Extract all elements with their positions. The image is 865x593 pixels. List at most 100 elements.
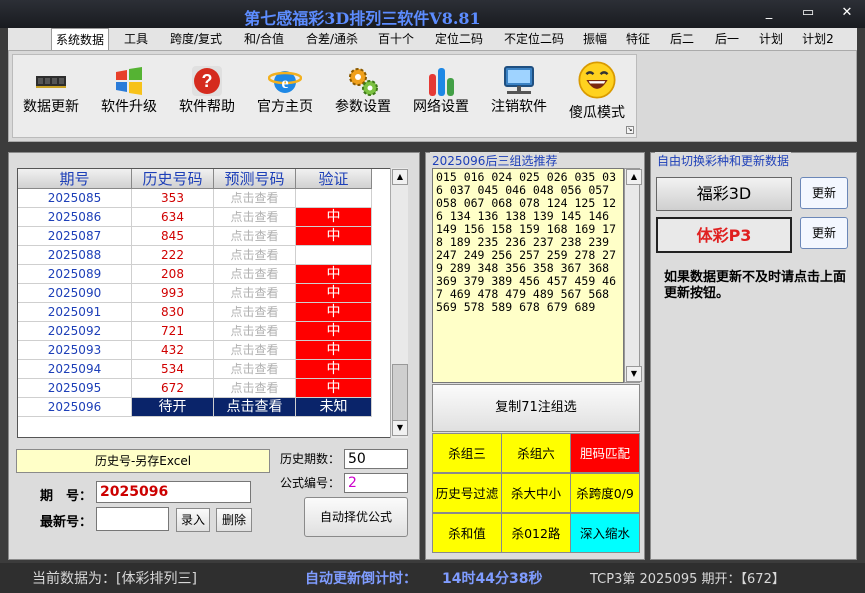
latest-input[interactable] (96, 507, 169, 531)
verify-cell: 中 (296, 284, 372, 303)
predict-link[interactable]: 点击查看 (214, 322, 296, 341)
menu-span-compound[interactable]: 跨度/复式 (164, 28, 228, 50)
gears-icon (349, 68, 378, 96)
menu-diff-kill[interactable]: 合差/通杀 (300, 28, 364, 50)
network-settings-button[interactable]: 网络设置 (400, 60, 482, 136)
combo-numbers-text[interactable]: 015 016 024 025 026 035 036 037 045 046 … (432, 168, 624, 383)
history-filter-button[interactable]: 历史号过滤 (432, 473, 502, 513)
predict-link[interactable]: 点击查看 (214, 284, 296, 303)
p3-button[interactable]: 体彩P3 (656, 217, 792, 253)
predict-link[interactable]: 点击查看 (214, 227, 296, 246)
period-cell: 2025091 (18, 303, 132, 322)
history-number-cell: 534 (132, 360, 214, 379)
laughing-face-icon (578, 61, 616, 99)
predict-link[interactable]: 点击查看 (214, 303, 296, 322)
verify-cell: 中 (296, 227, 372, 246)
column-header-period[interactable]: 期号 (18, 169, 132, 189)
kill-sum-button[interactable]: 杀和值 (432, 513, 502, 553)
bold-match-button[interactable]: 胆码匹配 (570, 433, 640, 473)
formula-input[interactable]: 2 (344, 473, 408, 493)
period-cell: 2025087 (18, 227, 132, 246)
history-number-cell: 222 (132, 246, 214, 265)
menu-sum-value[interactable]: 和/合值 (238, 28, 290, 50)
tool-label: 网络设置 (413, 99, 469, 115)
menu-unfixed-two[interactable]: 不定位二码 (498, 28, 570, 50)
update-p3-button[interactable]: 更新 (800, 217, 848, 249)
verify-cell: 中 (296, 303, 372, 322)
fc3d-button[interactable]: 福彩3D (656, 177, 792, 211)
menu-amplitude[interactable]: 振幅 (578, 28, 612, 50)
deep-reduce-button[interactable]: 深入缩水 (570, 513, 640, 553)
windows-logo-icon (116, 67, 142, 95)
menu-features[interactable]: 特征 (620, 28, 656, 50)
auto-formula-button[interactable]: 自动择优公式 (304, 497, 408, 537)
data-update-button[interactable]: 数据更新 (10, 60, 92, 136)
official-homepage-button[interactable]: e 官方主页 (244, 60, 326, 136)
kill-group6-button[interactable]: 杀组六 (501, 433, 571, 473)
software-help-button[interactable]: ? 软件帮助 (166, 60, 248, 136)
period-cell: 2025093 (18, 341, 132, 360)
column-header-predict[interactable]: 预测号码 (214, 169, 296, 189)
update-fc3d-button[interactable]: 更新 (800, 177, 848, 209)
software-upgrade-button[interactable]: 软件升级 (88, 60, 170, 136)
predict-link[interactable]: 点击查看 (214, 246, 296, 265)
delete-button[interactable]: 删除 (216, 508, 252, 532)
verify-cell (296, 246, 372, 265)
minimize-button[interactable]: _ (758, 4, 780, 22)
param-settings-button[interactable]: 参数设置 (322, 60, 404, 136)
kill-size-button[interactable]: 杀大中小 (501, 473, 571, 513)
period-cell: 2025095 (18, 379, 132, 398)
tool-label: 官方主页 (257, 99, 313, 115)
scroll-down-icon[interactable]: ▼ (626, 366, 642, 382)
restore-button[interactable]: ▭ (797, 4, 819, 22)
menu-plan[interactable]: 计划 (754, 28, 788, 50)
verify-cell: 中 (296, 360, 372, 379)
verify-cell: 中 (296, 265, 372, 284)
combo-scrollbar[interactable]: ▲ ▼ (624, 168, 642, 383)
predict-link[interactable]: 点击查看 (214, 360, 296, 379)
scroll-down-icon[interactable]: ▼ (392, 420, 408, 436)
scroll-up-icon[interactable]: ▲ (392, 169, 408, 185)
grid-scrollbar[interactable]: ▲ ▼ (390, 168, 408, 438)
menu-system-data[interactable]: 系统数据 (51, 28, 109, 50)
kill-012-button[interactable]: 杀012路 (501, 513, 571, 553)
column-header-history[interactable]: 历史号码 (132, 169, 214, 189)
period-input[interactable]: 2025096 (96, 481, 251, 503)
scroll-thumb[interactable] (392, 364, 408, 426)
logout-software-button[interactable]: 注销软件 (478, 60, 560, 136)
predict-link[interactable]: 点击查看 (214, 208, 296, 227)
close-button[interactable]: ✕ (836, 4, 858, 22)
menu-fixed-two[interactable]: 定位二码 (428, 28, 490, 50)
lottery-panel-title: 自由切换彩种和更新数据 (655, 152, 792, 169)
history-count-input[interactable]: 50 (344, 449, 408, 469)
menu-tools[interactable]: 工具 (118, 28, 154, 50)
predict-link[interactable]: 点击查看 (214, 341, 296, 360)
export-excel-button[interactable]: 历史号-另存Excel (16, 449, 270, 473)
predict-link[interactable]: 点击查看 (214, 265, 296, 284)
kill-span-button[interactable]: 杀跨度0/9 (570, 473, 640, 513)
predict-link[interactable]: 点击查看 (214, 398, 296, 417)
countdown-value: 14时44分38秒 (442, 571, 543, 587)
period-cell: 2025086 (18, 208, 132, 227)
enter-button[interactable]: 录入 (176, 508, 210, 532)
tool-label: 傻瓜模式 (569, 105, 625, 121)
history-number-cell: 721 (132, 322, 214, 341)
menu-last-two[interactable]: 后二 (664, 28, 700, 50)
predict-link[interactable]: 点击查看 (214, 379, 296, 398)
history-number-cell: 845 (132, 227, 214, 246)
tool-label: 软件帮助 (179, 99, 235, 115)
fool-mode-button[interactable]: 傻瓜模式 (556, 60, 638, 136)
history-number-cell: 672 (132, 379, 214, 398)
menu-digits[interactable]: 百十个 (372, 28, 420, 50)
tool-label: 注销软件 (491, 99, 547, 115)
predict-link[interactable]: 点击查看 (214, 189, 296, 208)
kill-group3-button[interactable]: 杀组三 (432, 433, 502, 473)
copy-combo-button[interactable]: 复制71注组选 (432, 384, 640, 432)
combo-title: 2025096后三组选推荐 (430, 152, 560, 169)
column-header-verify[interactable]: 验证 (296, 169, 372, 189)
menu-last-one[interactable]: 后一 (708, 28, 746, 50)
latest-label: 最新号： (40, 515, 93, 530)
verify-cell: 中 (296, 322, 372, 341)
scroll-up-icon[interactable]: ▲ (626, 169, 642, 185)
menu-plan2[interactable]: 计划2 (796, 28, 840, 50)
